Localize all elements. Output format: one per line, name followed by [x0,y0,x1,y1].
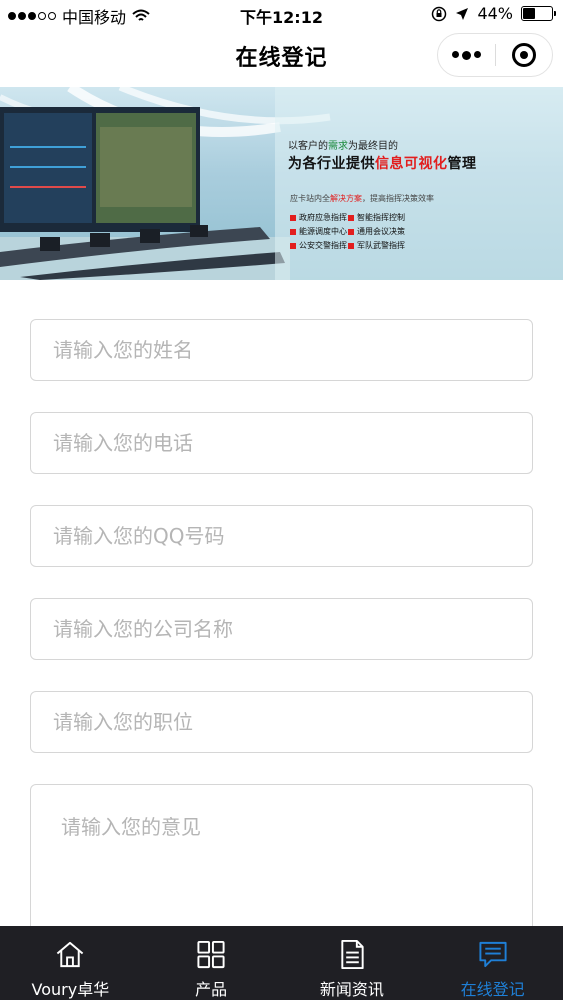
bullet-icon [290,228,296,235]
banner-subline-suffix: ，提高指挥决策效率 [362,194,434,203]
banner-feature-item: 智能指挥控制 [348,212,420,223]
bullet-icon [348,214,354,221]
banner-feature-item: 军队武警指挥 [348,240,420,251]
banner-feature-item: 政府应急指挥 [290,212,348,223]
bullet-icon [290,214,296,221]
banner-feature-item: 通用会议决策 [348,226,420,237]
position-input[interactable] [31,692,532,752]
banner-feature-item: 公安交警指挥 [290,240,348,251]
qq-input[interactable] [31,506,532,566]
company-field [30,598,533,660]
banner-feature-label: 通用会议决策 [357,227,405,236]
tab-products[interactable]: 产品 [141,926,282,1000]
name-field [30,319,533,381]
more-button[interactable] [438,34,495,76]
home-icon [57,941,84,968]
document-icon [341,939,364,970]
battery-level [523,8,536,19]
banner-headline-suffix: 管理 [447,156,477,172]
banner-headline: 为各行业提供信息可视化管理 [288,153,477,173]
tab-home-label: Voury卓华 [31,980,110,999]
banner-tagline: 以客户的需求为最终目的 [288,137,398,152]
mini-program-capsule [437,33,553,77]
bullet-icon [348,228,354,235]
phone-input[interactable] [31,413,532,473]
name-input[interactable] [31,320,532,380]
battery-percent: 44% [477,4,513,23]
banner-feature-item: 能源调度中心 [290,226,348,237]
status-bar: 中国移动 下午12:12 44% [0,0,563,30]
tab-news[interactable]: 新闻资讯 [282,926,423,1000]
banner-feature-list: 政府应急指挥 智能指挥控制 能源调度中心 通用会议决策 公安交警指挥 军队武警指… [290,212,420,251]
bullet-icon [290,242,296,249]
banner-feature-label: 智能指挥控制 [357,213,405,222]
tab-products-label: 产品 [195,980,228,999]
message-icon [479,941,507,968]
banner-image: 以客户的需求为最终目的 为各行业提供信息可视化管理 应卡站内全解决方案，提高指挥… [0,87,563,280]
tab-bar: Voury卓华 产品 新闻资讯 在线登记 [0,926,563,1000]
navigation-bar: 在线登记 [0,30,563,86]
banner-headline-highlight: 信息可视化 [375,156,448,172]
banner-subline-highlight: 解决方案 [330,194,362,203]
banner-feature-label: 公安交警指挥 [299,241,347,250]
phone-field [30,412,533,474]
banner-feature-label: 政府应急指挥 [299,213,347,222]
app-screen: 中国移动 下午12:12 44% 在线登记 以客户的需求为最终目的 为各行业提供… [0,0,563,1000]
banner-tagline-prefix: 以客户的 [288,141,328,152]
battery-icon [521,6,556,21]
orientation-lock-icon [432,6,447,21]
more-dots-icon [451,50,481,60]
position-field [30,691,533,753]
tab-register-label: 在线登记 [460,980,525,999]
company-input[interactable] [31,599,532,659]
bullet-icon [348,242,354,249]
banner-subline: 应卡站内全解决方案，提高指挥决策效率 [290,193,434,204]
banner-tagline-suffix: 为最终目的 [348,141,398,152]
banner-headline-prefix: 为各行业提供 [288,156,375,172]
control-room-illustration [0,87,563,280]
status-right: 44% [431,4,556,23]
qq-field [30,505,533,567]
banner-subline-prefix: 应卡站内全 [290,194,330,203]
grid-icon [197,940,225,969]
banner-tagline-highlight: 需求 [328,141,348,152]
banner-feature-label: 能源调度中心 [299,227,347,236]
location-arrow-icon [456,7,469,20]
tab-news-label: 新闻资讯 [319,980,384,999]
close-mini-program-button[interactable] [496,34,553,76]
target-icon [511,43,536,67]
tab-home[interactable]: Voury卓华 [0,926,141,1000]
banner-feature-label: 军队武警指挥 [357,241,405,250]
tab-register[interactable]: 在线登记 [422,926,563,1000]
